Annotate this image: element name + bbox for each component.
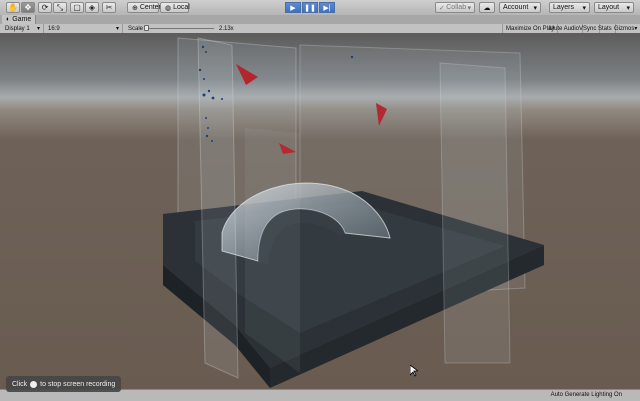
stats-label: Stats — [598, 25, 612, 32]
rotate-tool-button[interactable]: ⟳ — [38, 2, 52, 13]
tools-icon: ✂ — [105, 2, 113, 12]
scale-value: 2.13x — [216, 24, 237, 33]
layers-dropdown[interactable]: Layers ▾ — [549, 2, 590, 13]
collab-label: Collab — [446, 4, 467, 11]
pause-button[interactable]: ❚❚ — [302, 2, 318, 13]
scale-slider-track[interactable] — [144, 28, 214, 29]
scale-label: Scale — [125, 24, 146, 33]
tab-game[interactable]: ◐ Game — [2, 15, 37, 24]
rect-tool-button[interactable]: ▢ — [70, 2, 84, 13]
cloud-icon: ☁ — [483, 4, 491, 12]
screen-recording-toast[interactable]: Click to stop screen recording — [6, 376, 122, 392]
rect-icon: ▢ — [73, 2, 81, 12]
pivot-center-label: Center — [139, 4, 161, 11]
chevron-down-icon: ▾ — [36, 26, 40, 32]
layout-label: Layout — [598, 4, 620, 11]
pause-icon: ❚❚ — [304, 4, 316, 12]
account-dropdown[interactable]: Account ▾ — [499, 2, 541, 13]
main-toolbar: ✋ ✥ ⟳ ⤡ ▢ ◈ ✂ ⊕ Center ◍ Local ▶ ❚❚ ▶| ✓… — [0, 0, 640, 16]
custom-tool-button[interactable]: ✂ — [102, 2, 116, 13]
aspect-dropdown[interactable]: 16:9 ▾ — [45, 24, 123, 33]
scale-value-text: 2.13x — [219, 25, 234, 32]
scale-icon: ⤡ — [56, 2, 64, 12]
chevron-down-icon: ▾ — [533, 4, 537, 12]
pivot-local-label: Local — [173, 4, 190, 11]
tab-game-label: Game — [12, 16, 32, 23]
chevron-down-icon: ▾ — [634, 26, 638, 32]
hand-tool-button[interactable]: ✋ — [6, 2, 20, 13]
gizmos-label: Gizmos — [614, 25, 635, 32]
gizmos-dropdown[interactable]: Gizmos ▾ — [611, 24, 640, 33]
game-icon: ◐ — [6, 16, 11, 23]
cloud-button[interactable]: ☁ — [479, 2, 495, 13]
vsync-label: VSync — [579, 25, 597, 32]
step-button[interactable]: ▶| — [319, 2, 335, 13]
collab-check-icon: ✓ — [439, 4, 445, 12]
pivot-center-toggle[interactable]: ⊕ Center — [127, 2, 161, 13]
scene-render — [0, 33, 640, 389]
scale-tool-button[interactable]: ⤡ — [53, 2, 67, 13]
game-viewport[interactable] — [0, 33, 640, 389]
mouse-cursor — [410, 365, 418, 377]
account-label: Account — [503, 4, 529, 11]
globe-icon: ◍ — [165, 4, 172, 12]
layers-label: Layers — [553, 4, 575, 11]
transform-tool-button[interactable]: ◈ — [85, 2, 99, 13]
record-stop-icon — [30, 380, 38, 388]
layout-dropdown[interactable]: Layout ▾ — [594, 2, 634, 13]
glass-pane-front-center — [245, 128, 300, 373]
display-label: Display 1 — [5, 25, 30, 32]
collab-dropdown[interactable]: ✓ Collab ▾ — [435, 2, 475, 13]
rotate-icon: ⟳ — [41, 2, 49, 12]
chevron-down-icon: ▾ — [626, 4, 630, 12]
pivot-local-toggle[interactable]: ◍ Local — [160, 2, 190, 13]
mute-label: Mute Audio — [549, 25, 580, 32]
step-icon: ▶| — [323, 4, 331, 12]
play-button[interactable]: ▶ — [285, 2, 301, 13]
lighting-status-text: Auto Generate Lighting On — [550, 392, 622, 398]
aspect-label: 16:9 — [48, 25, 60, 32]
pivot-icon: ⊕ — [132, 4, 138, 12]
chevron-down-icon: ▾ — [467, 4, 471, 12]
scale-label-text: Scale — [128, 25, 144, 32]
glass-pane-front-left — [197, 37, 239, 379]
transform-icon: ◈ — [88, 2, 96, 12]
chevron-down-icon: ▾ — [115, 26, 119, 32]
glass-pane-front-right — [439, 62, 511, 364]
toast-text-after: to stop screen recording — [40, 380, 116, 388]
hand-icon: ✋ — [8, 2, 18, 12]
play-icon: ▶ — [290, 4, 296, 12]
move-tool-button[interactable]: ✥ — [21, 2, 35, 13]
toast-text-before: Click — [12, 380, 28, 388]
display-dropdown[interactable]: Display 1 ▾ — [2, 24, 44, 33]
chevron-down-icon: ▾ — [582, 4, 586, 12]
move-icon: ✥ — [24, 2, 32, 12]
scale-slider-handle[interactable] — [144, 25, 149, 31]
